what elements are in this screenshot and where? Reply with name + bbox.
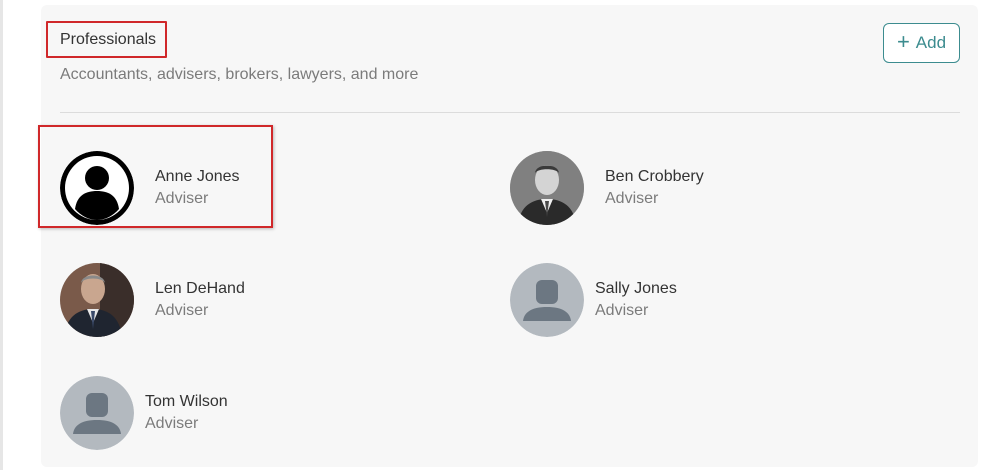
person-role: Adviser [595,302,649,319]
avatar [510,151,584,225]
avatar [60,263,134,337]
person-name: Ben Crobbery [605,168,704,185]
avatar [60,376,134,450]
photo-avatar-icon [60,263,134,337]
section-divider [60,112,960,113]
photo-avatar-icon [510,151,584,225]
person-name: Tom Wilson [145,393,228,410]
person-card-len-dehand[interactable]: Len DeHand Adviser [60,263,245,337]
avatar [510,263,584,337]
placeholder-person-icon [510,263,584,337]
person-role: Adviser [605,190,659,207]
placeholder-person-icon [60,376,134,450]
add-button-label: Add [915,33,947,52]
add-professional-button[interactable]: + Add [883,23,960,63]
plus-icon: + [896,29,910,54]
person-card-sally-jones[interactable]: Sally Jones Adviser [510,263,677,337]
person-card-ben-crobbery[interactable]: Ben Crobbery Adviser [510,151,704,225]
page-left-border [0,0,3,470]
person-role: Adviser [145,415,199,432]
section-subtitle: Accountants, advisers, brokers, lawyers,… [60,66,419,83]
person-name: Sally Jones [595,280,677,297]
person-highlight-box [38,125,273,228]
person-role: Adviser [155,302,209,319]
person-name: Len DeHand [155,280,245,297]
title-highlight-box [46,21,167,58]
person-card-tom-wilson[interactable]: Tom Wilson Adviser [60,376,228,450]
